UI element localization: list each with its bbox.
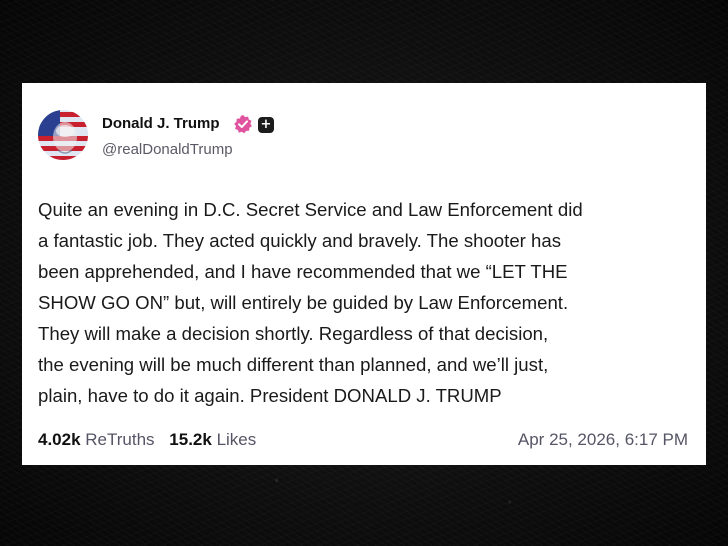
post-body-line: SHOW GO ON” but, will entirely be guided… — [38, 292, 569, 313]
author-name[interactable]: Donald J. Trump — [102, 115, 220, 132]
likes-label: Likes — [216, 430, 257, 449]
post-body: Quite an evening in D.C. Secret Service … — [38, 194, 698, 411]
post-footer: 4.02k ReTruths 15.2k Likes Apr 25, 2026,… — [38, 429, 688, 451]
post-card: Donald J. Trump + @realDonaldTrump Quite… — [22, 83, 706, 465]
plus-badge-icon: + — [258, 117, 274, 133]
author-handle[interactable]: @realDonaldTrump — [102, 141, 233, 158]
post-body-line: a fantastic job. They acted quickly and … — [38, 230, 561, 251]
retruths-count: 4.02k — [38, 430, 81, 449]
avatar[interactable] — [38, 110, 88, 160]
post-timestamp[interactable]: Apr 25, 2026, 6:17 PM — [518, 429, 688, 451]
post-body-line: been apprehended, and I have recommended… — [38, 261, 568, 282]
post-body-line: Quite an evening in D.C. Secret Service … — [38, 199, 583, 220]
verified-badge-icon — [234, 115, 252, 134]
likes-count: 15.2k — [169, 430, 212, 449]
post-body-line: the evening will be much different than … — [38, 354, 549, 375]
retruths-stat[interactable]: 4.02k ReTruths — [38, 429, 155, 451]
avatar-image — [38, 110, 88, 160]
post-body-line: They will make a decision shortly. Regar… — [38, 323, 549, 344]
likes-stat[interactable]: 15.2k Likes — [169, 429, 256, 451]
retruths-label: ReTruths — [85, 430, 155, 449]
post-body-line: plain, have to do it again. President DO… — [38, 385, 502, 406]
